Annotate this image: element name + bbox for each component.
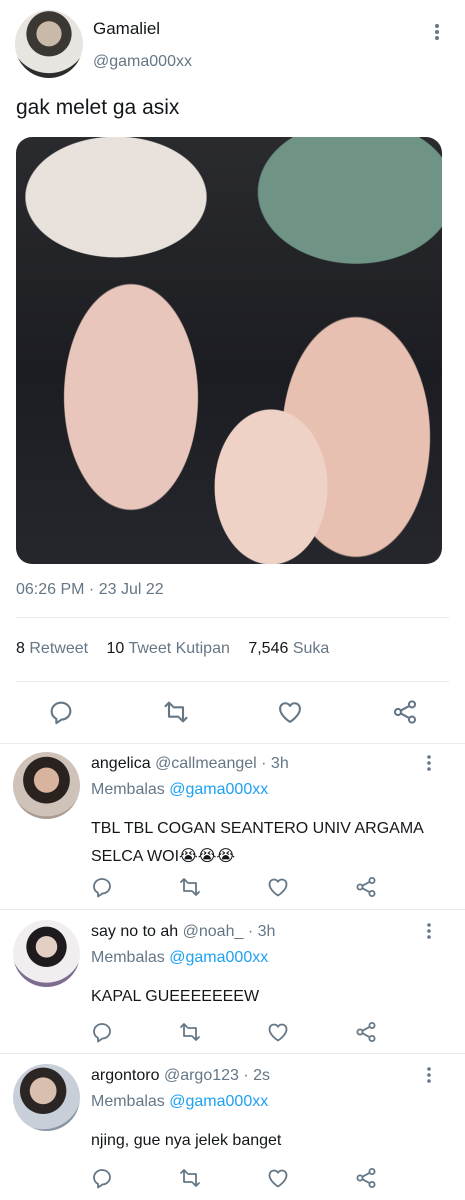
reply-header: angelica @callmeangel · 3h <box>91 755 289 773</box>
reply-author-handle[interactable]: @noah_ <box>183 923 244 940</box>
like-icon[interactable] <box>266 1020 290 1044</box>
reply-actions <box>0 1166 465 1194</box>
retweet-count[interactable]: 8 <box>16 640 25 657</box>
like-label[interactable]: Suka <box>293 640 329 657</box>
replying-to: Membalas @gama000xx <box>91 1093 268 1111</box>
reply-actions <box>0 1020 465 1048</box>
reply-icon[interactable] <box>47 698 75 726</box>
reply-author-name[interactable]: angelica <box>91 755 151 772</box>
share-icon[interactable] <box>354 1166 378 1190</box>
replying-to: Membalas @gama000xx <box>91 949 268 967</box>
reply-header: say no to ah @noah_ · 3h <box>91 923 275 941</box>
reply-item[interactable]: say no to ah @noah_ · 3h Membalas @gama0… <box>0 912 465 1056</box>
quote-count[interactable]: 10 <box>107 640 125 657</box>
replying-prefix: Membalas <box>91 1093 165 1110</box>
like-count[interactable]: 7,546 <box>248 640 288 657</box>
retweet-icon[interactable] <box>162 698 190 726</box>
reply-author-name[interactable]: say no to ah <box>91 923 178 940</box>
reply-icon[interactable] <box>90 1166 114 1190</box>
share-icon[interactable] <box>354 875 378 899</box>
share-icon[interactable] <box>354 1020 378 1044</box>
retweet-icon[interactable] <box>178 1020 202 1044</box>
reply-time: · 3h <box>261 755 289 772</box>
reply-avatar[interactable] <box>13 752 80 819</box>
reply-text: TBL TBL COGAN SEANTERO UNIV ARGAMA SELCA… <box>91 820 423 865</box>
reply-time: · 3h <box>247 923 276 940</box>
replying-to-link[interactable]: @gama000xx <box>169 949 268 966</box>
replying-prefix: Membalas <box>91 949 165 966</box>
reply-time: · 2s <box>243 1067 271 1084</box>
more-options-icon[interactable] <box>423 1066 435 1087</box>
retweet-icon[interactable] <box>178 875 202 899</box>
like-icon[interactable] <box>266 875 290 899</box>
divider <box>16 681 449 682</box>
reply-icon[interactable] <box>90 875 114 899</box>
quote-label[interactable]: Tweet Kutipan <box>128 640 229 657</box>
reply-actions <box>0 875 465 903</box>
tweet-photo[interactable] <box>16 137 442 564</box>
retweet-label[interactable]: Retweet <box>29 640 88 657</box>
author-handle[interactable]: @gama000xx <box>93 53 192 71</box>
reply-author-handle[interactable]: @callmeangel <box>155 755 257 772</box>
retweet-icon[interactable] <box>178 1166 202 1190</box>
reply-author-name[interactable]: argontoro <box>91 1067 160 1084</box>
tweet-stats: 8 Retweet 10 Tweet Kutipan 7,546 Suka <box>16 640 343 658</box>
reply-author-handle[interactable]: @argo123 <box>164 1067 239 1084</box>
reply-item[interactable]: argontoro @argo123 · 2s Membalas @gama00… <box>0 1056 465 1200</box>
replying-prefix: Membalas <box>91 781 165 798</box>
replying-to: Membalas @gama000xx <box>91 781 268 799</box>
reply-text: KAPAL GUEEEEEEEW <box>91 988 260 1005</box>
author-avatar[interactable] <box>15 10 83 78</box>
more-options-icon[interactable] <box>423 922 435 943</box>
reply-header: argontoro @argo123 · 2s <box>91 1067 270 1085</box>
like-icon[interactable] <box>276 698 304 726</box>
replying-to-link[interactable]: @gama000xx <box>169 781 268 798</box>
reply-avatar[interactable] <box>13 1064 80 1131</box>
photo-hand-shape <box>181 357 351 564</box>
reply-avatar[interactable] <box>13 920 80 987</box>
separator <box>0 1053 465 1054</box>
author-name[interactable]: Gamaliel <box>93 19 160 39</box>
reply-icon[interactable] <box>90 1020 114 1044</box>
reply-item[interactable]: angelica @callmeangel · 3h Membalas @gam… <box>0 744 465 898</box>
more-options-icon[interactable] <box>423 754 435 775</box>
main-tweet: Gamaliel @gama000xx gak melet ga asix 06… <box>0 0 465 744</box>
tweet-timestamp: 06:26 PM · 23 Jul 22 <box>16 581 164 598</box>
reply-text: njing, gue nya jelek banget <box>91 1132 282 1149</box>
replying-to-link[interactable]: @gama000xx <box>169 1093 268 1110</box>
like-icon[interactable] <box>266 1166 290 1190</box>
divider <box>16 617 449 618</box>
separator <box>0 909 465 910</box>
tweet-text: gak melet ga asix <box>16 96 180 119</box>
more-options-icon[interactable] <box>428 22 446 42</box>
share-icon[interactable] <box>391 698 419 726</box>
tweet-actions <box>0 690 465 734</box>
